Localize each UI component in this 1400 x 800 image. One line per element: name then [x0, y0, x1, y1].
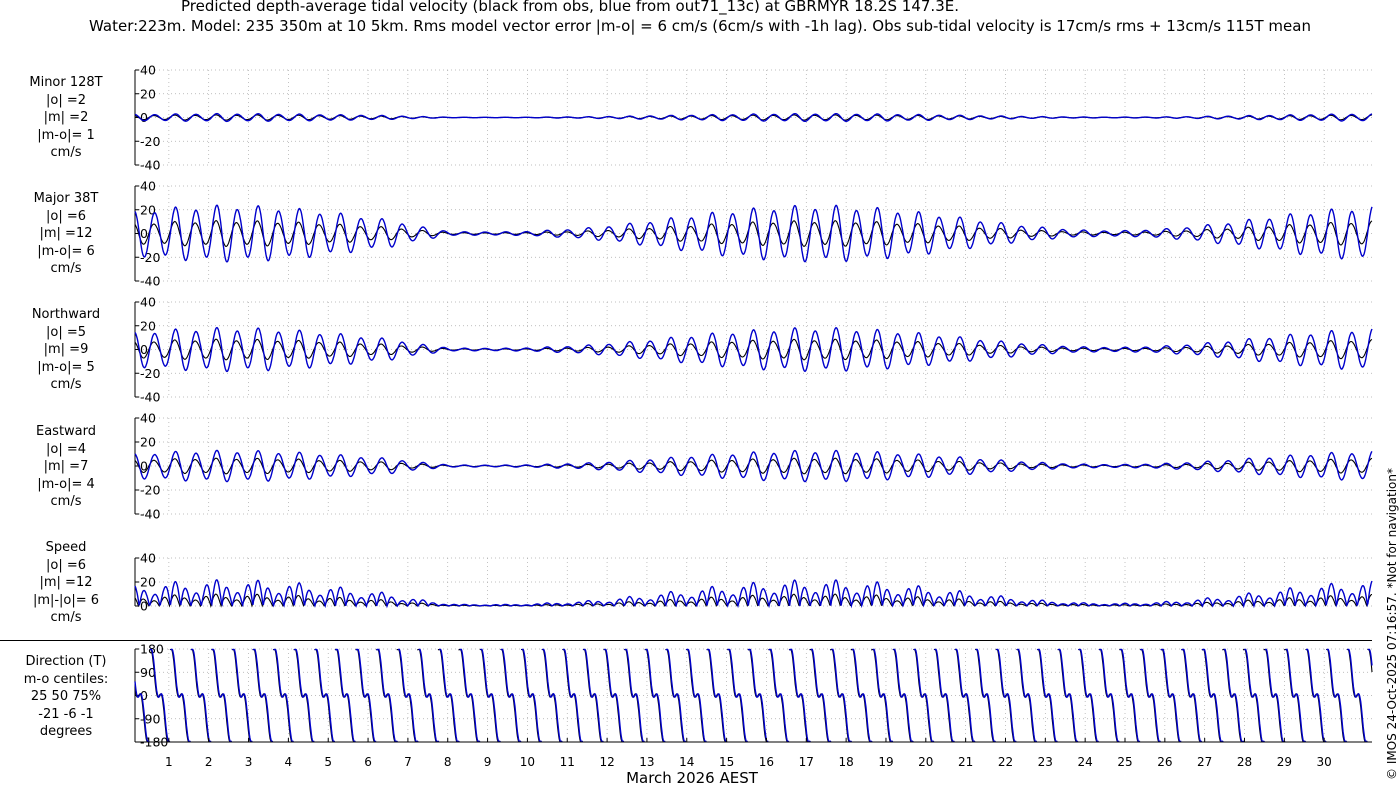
y-tick-label: 20	[140, 318, 156, 333]
x-tick-label-15: 15	[719, 755, 734, 769]
series-line-obs	[134, 338, 1373, 361]
x-tick-label-4: 4	[285, 755, 293, 769]
x-tick-label-25: 25	[1117, 755, 1132, 769]
y-tick-label: 40	[140, 411, 156, 426]
x-tick-label-20: 20	[918, 755, 933, 769]
series-line-model	[134, 204, 1373, 263]
x-tick-label-1: 1	[165, 755, 173, 769]
series-line-obs	[134, 220, 1373, 247]
series-line-model	[134, 449, 1373, 483]
x-tick-label-7: 7	[404, 755, 412, 769]
y-tick-label: -40	[140, 158, 160, 173]
x-tick-label-26: 26	[1157, 755, 1172, 769]
x-tick-label-11: 11	[560, 755, 575, 769]
x-tick-label-13: 13	[639, 755, 654, 769]
x-tick-label-5: 5	[324, 755, 332, 769]
y-tick-label: 40	[140, 295, 156, 310]
y-tick-label: -20	[140, 250, 160, 265]
x-tick-label-14: 14	[679, 755, 694, 769]
x-tick-label-29: 29	[1277, 755, 1292, 769]
y-tick-label: -40	[140, 274, 160, 289]
x-tick-label-28: 28	[1237, 755, 1252, 769]
y-tick-label: 0	[140, 110, 148, 125]
x-tick-label-17: 17	[799, 755, 814, 769]
series-line-model	[134, 648, 1373, 743]
x-tick-label-10: 10	[520, 755, 535, 769]
x-tick-label-23: 23	[1038, 755, 1053, 769]
x-tick-label-22: 22	[998, 755, 1013, 769]
x-tick-label-27: 27	[1197, 755, 1212, 769]
x-tick-label-8: 8	[444, 755, 452, 769]
y-tick-label: -40	[140, 390, 160, 405]
x-tick-label-18: 18	[838, 755, 853, 769]
y-tick-label: -20	[140, 483, 160, 498]
y-tick-label: 40	[140, 179, 156, 194]
y-tick-label: 40	[140, 63, 156, 78]
x-tick-label-6: 6	[364, 755, 372, 769]
y-tick-label: -40	[140, 507, 160, 522]
x-tick-label-16: 16	[759, 755, 774, 769]
panel-speed: 02040	[134, 551, 1373, 614]
panel-northward: -40-2002040	[134, 295, 1373, 405]
x-axis-label: March 2026 AEST	[626, 769, 759, 787]
x-tick-label-30: 30	[1317, 755, 1332, 769]
x-tick-label-24: 24	[1078, 755, 1093, 769]
x-tick-label-2: 2	[205, 755, 213, 769]
series-line-obs	[134, 457, 1373, 475]
y-tick-label: 40	[140, 551, 156, 566]
x-tick-label-3: 3	[245, 755, 253, 769]
x-tick-label-19: 19	[878, 755, 893, 769]
panel-major: -40-2002040	[134, 179, 1373, 289]
tidal-velocity-chart: -40-2002040-40-2002040-40-2002040-40-200…	[0, 63, 1373, 787]
y-tick-label: -20	[140, 366, 160, 381]
x-tick-label-21: 21	[958, 755, 973, 769]
x-tick-label-12: 12	[599, 755, 614, 769]
y-tick-label: 20	[140, 575, 156, 590]
y-tick-label: -20	[140, 134, 160, 149]
panel-minor: -40 -20 0 20 40	[134, 63, 1373, 173]
series-line-model	[134, 326, 1373, 373]
panel-direction: -180-90090180	[134, 642, 1373, 750]
panel-eastward: -40-2002040	[134, 411, 1373, 522]
y-tick-label: 20	[140, 86, 156, 101]
y-tick-label: 20	[140, 435, 156, 450]
x-tick-label-9: 9	[484, 755, 492, 769]
